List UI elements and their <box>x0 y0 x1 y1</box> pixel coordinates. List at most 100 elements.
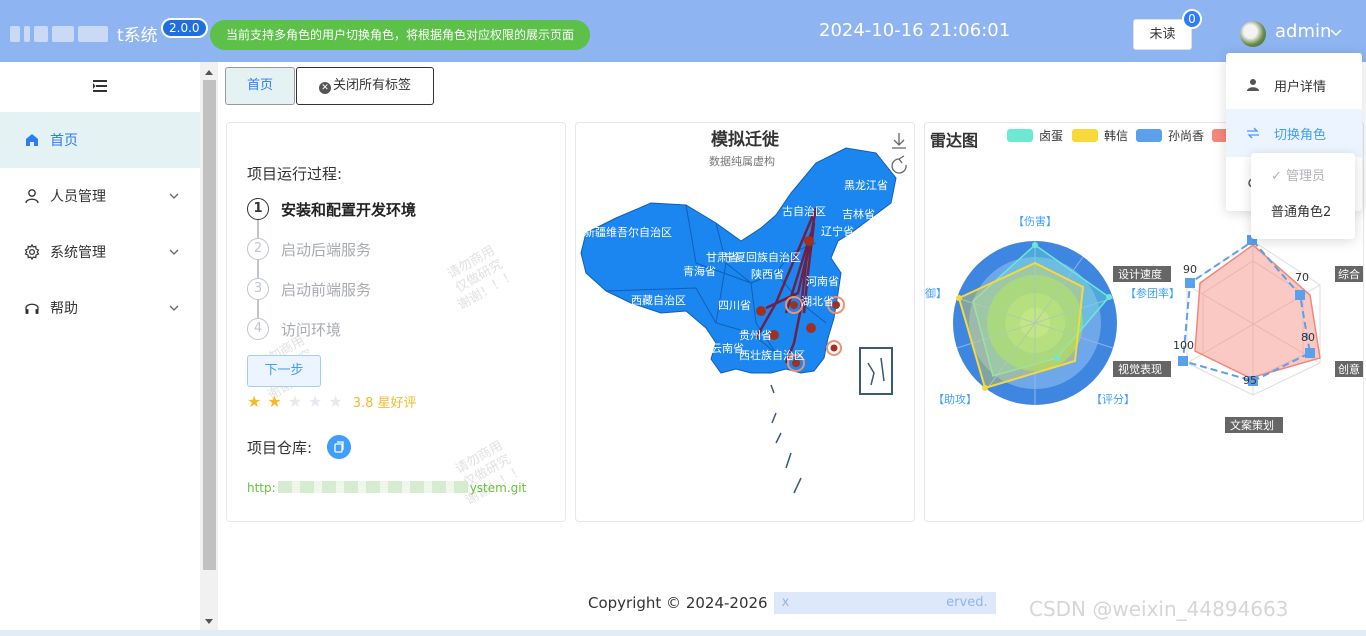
scroll-up-icon[interactable] <box>204 68 214 76</box>
menu-item-switch-role[interactable]: 切换角色 <box>1226 109 1362 157</box>
chevron-down-icon[interactable] <box>1330 26 1342 38</box>
radar-indicator: 视觉表现 <box>1118 362 1162 376</box>
role-submenu: ✓ 管理员 普通角色2 <box>1251 153 1355 239</box>
user-icon <box>25 189 39 204</box>
radar-indicator: 综合 <box>1338 267 1360 281</box>
copy-icon[interactable] <box>327 435 351 459</box>
footer: Copyright © 2024-2026 x erved. <box>588 592 996 614</box>
sidebar-item-label: 系统管理 <box>50 245 106 261</box>
radar-indicator: 【伤害】 <box>1013 214 1057 228</box>
map-subtitle: 数据纯属虚构 <box>709 155 775 168</box>
headset-icon <box>25 303 39 314</box>
person-icon <box>1247 79 1259 91</box>
app-title: t系统 <box>117 25 158 46</box>
gear-icon <box>24 244 40 260</box>
version-badge: 2.0.0 <box>161 18 208 38</box>
unread-count-badge: 0 <box>1182 9 1202 29</box>
region-label: 四川省 <box>718 299 751 312</box>
chevron-down-icon <box>169 305 179 311</box>
star-rating[interactable]: ★ ★ ★ ★ ★ 3.8 星好评 <box>247 391 417 411</box>
step-1: 1 安装和配置开发环境 <box>247 197 416 221</box>
radar-indicator: 【参团率】 <box>1125 286 1180 300</box>
radar-value: 95 <box>1243 374 1257 387</box>
check-icon: ✓ <box>1271 169 1287 184</box>
steps-title: 项目运行过程: <box>247 165 343 183</box>
radar-value: 80 <box>1301 331 1315 344</box>
radar-value: 90 <box>1183 263 1197 276</box>
watermark-text: 请勿商用仅做研究谢谢！！！ <box>452 438 528 509</box>
star-icon[interactable]: ★ <box>247 392 261 411</box>
star-icon[interactable]: ★ <box>267 392 281 411</box>
close-all-tabs-button[interactable]: ✕ 关闭所有标签 <box>296 67 434 105</box>
logo-blurred-text <box>10 22 115 44</box>
home-icon <box>26 134 38 146</box>
migration-map-card: 黑龙江省 吉林省 古自治区 辽宁省 新疆维吾尔自治区 甘肃省 青海省 陕西省 河… <box>575 122 915 522</box>
radar-value: 100 <box>1173 339 1194 352</box>
sidebar-item-label: 帮助 <box>50 301 78 317</box>
step-4: 4 访问环境 <box>247 317 341 341</box>
step-3: 3 启动前端服务 <box>247 277 371 301</box>
rating-text: 3.8 星好评 <box>352 395 417 411</box>
bottom-bar <box>0 630 1366 636</box>
sidebar-item-label: 人员管理 <box>50 189 106 205</box>
region-label: 宁夏回族自治区 <box>724 250 801 264</box>
region-label: 贵州省 <box>739 329 772 342</box>
region-label: 辽宁省 <box>821 224 854 238</box>
sidebar-item-help[interactable]: 帮助 <box>0 280 200 336</box>
step-2: 2 启动后端服务 <box>247 237 371 261</box>
star-icon[interactable]: ★ <box>308 392 322 411</box>
region-label: 西壮族自治区 <box>739 348 805 362</box>
watermark-text: 请勿商用仅做研究谢谢！！！ <box>444 243 520 314</box>
menu-fold-icon[interactable] <box>93 80 107 92</box>
sidebar-item-personnel[interactable]: 人员管理 <box>0 168 200 224</box>
app-logo[interactable]: t系统 <box>10 20 158 46</box>
datetime-display: 2024-10-16 21:06:01 <box>819 20 1011 41</box>
project-card: 请勿商用仅做研究谢谢！！！ 请勿商用仅做研究谢谢！！！ 请勿商用仅做研究谢谢！！… <box>226 122 566 522</box>
radar-indicator: 设计速度 <box>1118 267 1162 281</box>
scrollbar-thumb[interactable] <box>203 80 216 570</box>
chevron-down-icon <box>169 193 179 199</box>
menu-item-user-details[interactable]: 用户详情 <box>1226 61 1362 109</box>
radar-indicator: 文案策划 <box>1230 418 1274 432</box>
china-map[interactable]: 黑龙江省 吉林省 古自治区 辽宁省 新疆维吾尔自治区 甘肃省 青海省 陕西省 河… <box>576 123 915 522</box>
next-step-button[interactable]: 下一步 <box>247 355 321 387</box>
role-notice: 当前支持多角色的用户切换角色，将根据角色对应权限的展示页面 <box>210 20 591 50</box>
region-label: 湖北省 <box>801 295 834 308</box>
close-all-label: 关闭所有标签 <box>332 78 411 93</box>
tab-home[interactable]: 首页 <box>225 67 295 105</box>
scroll-down-icon[interactable] <box>204 618 214 626</box>
region-label: 黑龙江省 <box>844 179 888 192</box>
avatar[interactable] <box>1240 21 1266 47</box>
csdn-watermark: CSDN @weixin_44894663 <box>1029 597 1289 621</box>
radar-indicator: 【评分】 <box>1091 393 1135 406</box>
region-label: 吉林省 <box>842 207 875 221</box>
copyright-text: Copyright © 2024-2026 <box>588 594 768 612</box>
region-label: 新疆维吾尔自治区 <box>584 225 672 239</box>
role-option-normal2[interactable]: 普通角色2 <box>1251 195 1355 231</box>
refresh-icon[interactable] <box>891 155 907 174</box>
switch-icon <box>1247 127 1259 139</box>
repo-label: 项目仓库: <box>247 439 313 457</box>
sidebar-item-home[interactable]: 首页 <box>0 112 200 168</box>
sidebar-item-system[interactable]: 系统管理 <box>0 224 200 280</box>
chevron-down-icon <box>169 249 179 255</box>
close-circle-icon: ✕ <box>318 82 331 94</box>
region-label: 西藏自治区 <box>631 293 686 307</box>
region-label: 陕西省 <box>751 267 784 281</box>
radar-indicator: 御】 <box>925 286 947 300</box>
region-label: 青海省 <box>683 264 716 278</box>
star-icon[interactable]: ★ <box>328 392 342 411</box>
sidebar-item-label: 首页 <box>50 133 78 149</box>
star-icon[interactable]: ★ <box>288 392 302 411</box>
radar-indicator: 【助攻】 <box>933 392 977 406</box>
region-label: 河南省 <box>806 275 839 288</box>
region-label: 古自治区 <box>782 204 826 218</box>
sidebar: 首页 人员管理 系统管理 帮助 <box>0 62 218 636</box>
radar-value: 70 <box>1295 271 1309 284</box>
map-title: 模拟迁徙 <box>711 130 779 150</box>
rights-text: x erved. <box>773 592 996 614</box>
repo-link[interactable]: http: ystem.git <box>247 481 526 495</box>
role-option-admin[interactable]: ✓ 管理员 <box>1251 159 1355 195</box>
username-label[interactable]: admin <box>1275 21 1331 42</box>
radar-indicator: 创意 <box>1338 362 1360 376</box>
